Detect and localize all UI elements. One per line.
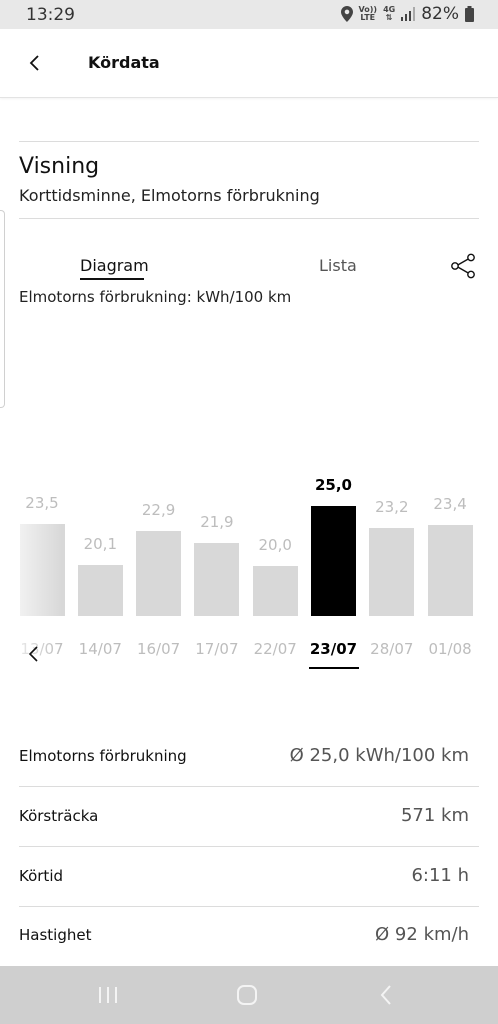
chart-value-label: 22,9 xyxy=(141,501,176,520)
status-time: 13:29 xyxy=(26,5,75,25)
chart-date-label[interactable]: 17/07 xyxy=(186,640,248,658)
detail-row-speed: Hastighet Ø 92 km/h xyxy=(0,906,498,966)
chart-value-label: 25,0 xyxy=(314,476,352,494)
chart-prev-button[interactable] xyxy=(24,642,44,666)
view-subtitle: Korttidsminne, Elmotorns förbrukning xyxy=(19,186,320,205)
chart-date-label[interactable]: 14/07 xyxy=(69,640,131,658)
chart-value-label: 20,1 xyxy=(83,534,117,553)
detail-label: Hastighet xyxy=(19,926,92,944)
chart-value-label: 23,4 xyxy=(433,495,467,514)
detail-label: Körsträcka xyxy=(19,807,99,825)
divider xyxy=(19,218,479,219)
chart-date-label[interactable]: 01/08 xyxy=(419,640,481,658)
detail-row-consumption: Elmotorns förbrukning Ø 25,0 kWh/100 km xyxy=(0,727,498,787)
system-back-button[interactable] xyxy=(376,983,396,1007)
chart-value-label: 20,0 xyxy=(258,536,292,554)
4g-icon: 4G ⇅ xyxy=(383,5,396,22)
chart-bar[interactable] xyxy=(311,506,356,616)
detail-value: 571 km xyxy=(400,805,469,826)
chart-value-label: 23,5 xyxy=(25,494,59,512)
status-icons: Vo)) LTE 4G ⇅ 82% xyxy=(340,4,474,24)
home-icon xyxy=(237,985,257,1005)
chart-date-label[interactable]: 22/07 xyxy=(244,640,306,658)
chevron-left-icon xyxy=(29,55,39,71)
detail-row-drive-time: Körtid 6:11 h xyxy=(0,847,498,907)
chevron-left-icon xyxy=(28,646,38,662)
selected-date-indicator xyxy=(309,667,359,669)
chart-bar[interactable] xyxy=(194,543,240,616)
chart-bar[interactable] xyxy=(369,527,415,616)
divider xyxy=(19,141,479,142)
tab-diagram-indicator xyxy=(80,278,144,280)
chart-date-label[interactable]: 16/07 xyxy=(128,640,190,658)
page-title: Kördata xyxy=(88,53,160,72)
back-icon xyxy=(380,985,391,1005)
status-bar: 13:29 Vo)) LTE 4G ⇅ 82% xyxy=(0,0,498,29)
chart-bar[interactable] xyxy=(252,566,298,616)
back-button[interactable] xyxy=(22,50,48,76)
chart-bar[interactable] xyxy=(136,531,182,616)
chart-value-label: 21,9 xyxy=(200,513,234,532)
recent-apps-icon xyxy=(99,987,117,1003)
view-title: Visning xyxy=(19,154,100,179)
volte-icon: Vo)) LTE xyxy=(358,5,378,22)
chart-label: Elmotorns förbrukning: kWh/100 km xyxy=(19,288,292,306)
battery-percent: 82% xyxy=(421,4,459,24)
chart-date-label[interactable]: 28/07 xyxy=(361,640,423,658)
detail-row-distance: Körsträcka 571 km xyxy=(0,787,498,847)
detail-value: 6:11 h xyxy=(411,865,469,886)
edge-panel-handle[interactable] xyxy=(0,210,5,408)
detail-value: Ø 92 km/h xyxy=(375,924,469,945)
home-button[interactable] xyxy=(235,983,259,1007)
chart-date-label[interactable]: 23/07 xyxy=(303,640,365,658)
tab-list[interactable]: Lista xyxy=(319,256,357,275)
chart-bar[interactable] xyxy=(427,525,473,616)
tab-diagram[interactable]: Diagram xyxy=(80,256,149,275)
detail-label: Körtid xyxy=(19,867,64,885)
chart-value-label: 23,2 xyxy=(375,497,409,516)
system-nav-bar xyxy=(0,966,498,1024)
detail-label: Elmotorns förbrukning xyxy=(19,747,187,765)
share-icon xyxy=(451,253,475,279)
recent-apps-button[interactable] xyxy=(96,984,120,1006)
chart-bar[interactable] xyxy=(77,564,123,616)
signal-icon xyxy=(401,7,416,21)
app-bar: Kördata xyxy=(0,29,498,98)
battery-icon xyxy=(465,6,474,22)
location-icon xyxy=(340,6,353,22)
share-button[interactable] xyxy=(448,252,478,280)
detail-value: Ø 25,0 kWh/100 km xyxy=(289,745,469,766)
